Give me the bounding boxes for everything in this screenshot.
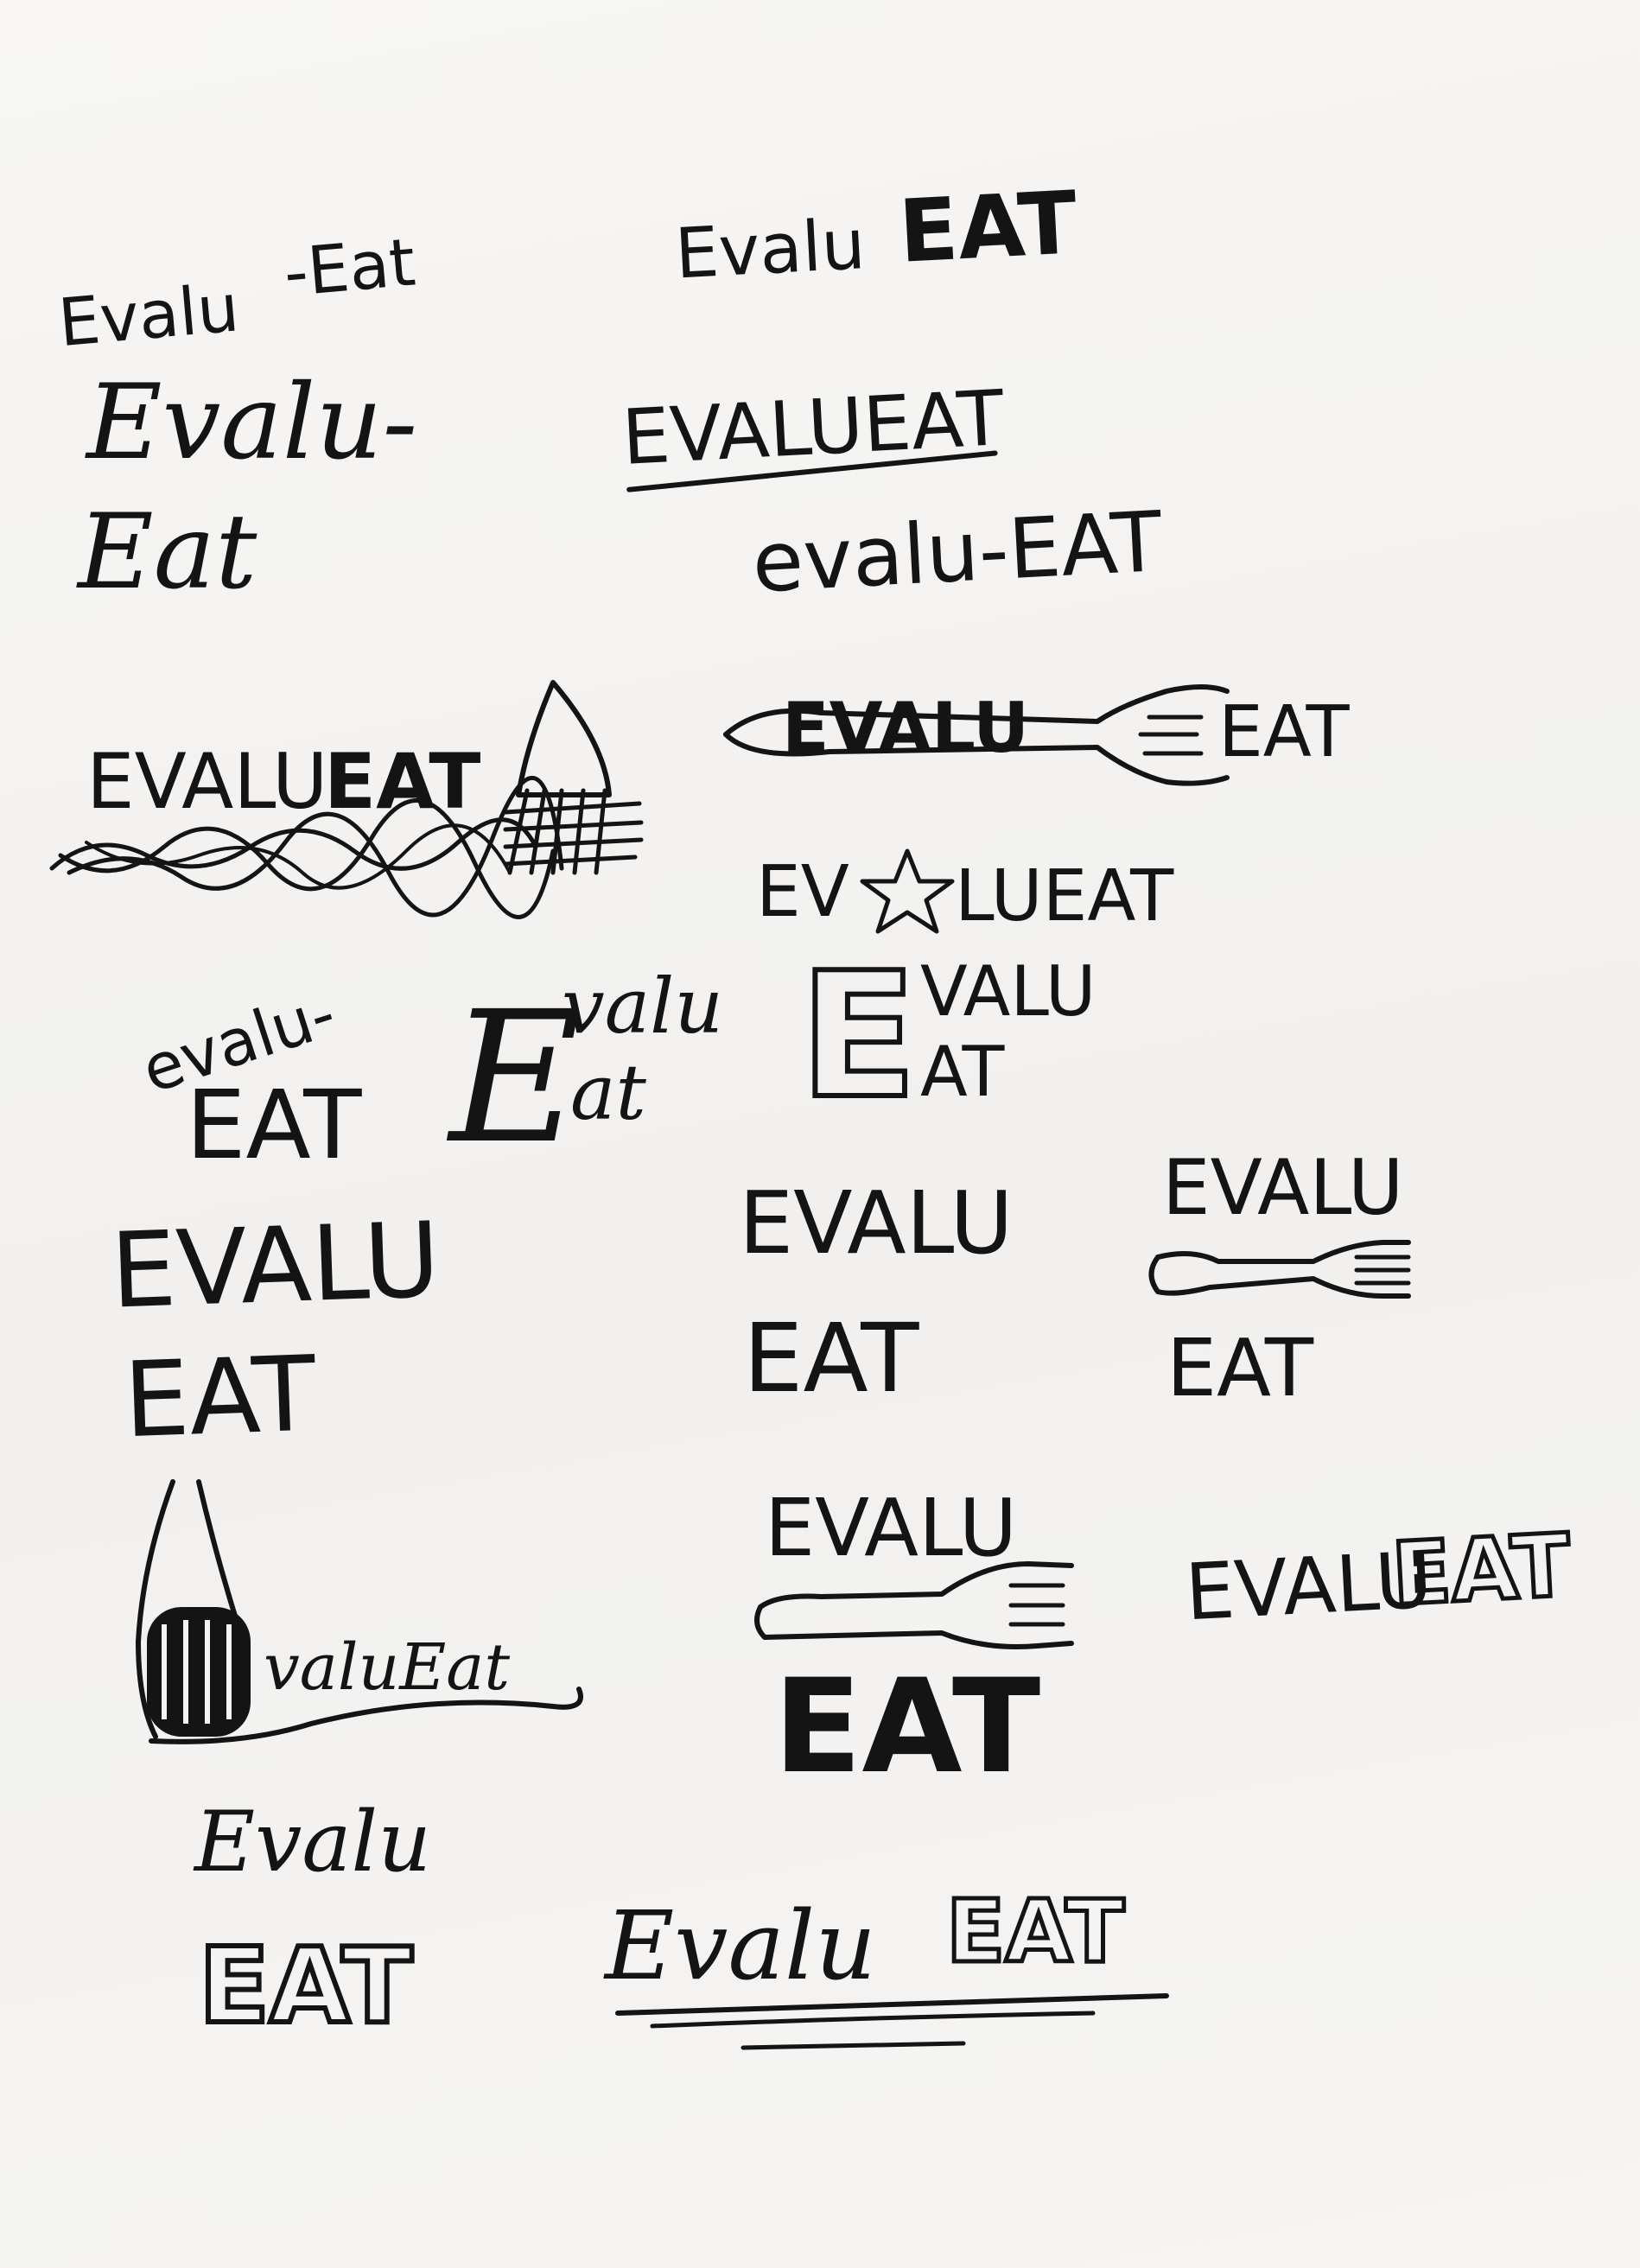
sketch-evalu-dash-eat-lower: evalu-EAT xyxy=(750,493,1165,612)
sketch-2-part-a: Evalu xyxy=(673,204,867,294)
sketch-1-part-a: Evalu xyxy=(55,269,242,361)
sketch-16-part-a: EVALU xyxy=(765,1482,1017,1574)
sketch-8-part-a: EV xyxy=(756,851,849,933)
star-icon xyxy=(860,848,955,934)
fork-icon-horizontal xyxy=(1148,1240,1411,1299)
sketch-13-part-b: EAT xyxy=(743,1303,919,1414)
sketch-12-part-a: EVALU xyxy=(109,1200,442,1331)
sketch-7-part-b: EAT xyxy=(1218,691,1351,773)
sketch-ev-star-lueat: EV LUEAT xyxy=(756,848,1174,937)
sketch-3-part-a: Evalu- xyxy=(85,363,417,483)
sketch-evalu-eat-medium: EVALU EAT xyxy=(739,1172,1014,1414)
sketch-6-part-b: EAT xyxy=(324,737,480,826)
logo-sketch-sheet: Evalu -Eat Evalu EAT Evalu- Eat EVALUEAT… xyxy=(49,172,1575,2050)
sketch-boxed-e-valu-at: E VALU AT xyxy=(797,933,1096,1140)
sketch-evalu-stacked-eat: evalu- EAT xyxy=(133,976,362,1180)
sketch-evalueat-underlined: EVALUEAT xyxy=(620,373,1008,492)
sketch-9-part-b: EAT xyxy=(186,1070,362,1180)
sketch-evalu-bold-eat: Evalu EAT xyxy=(673,172,1079,294)
sketch-17-part-b: EAT xyxy=(1389,1515,1573,1625)
sketch-3-part-b: Eat xyxy=(76,492,257,613)
sketch-18-part-a: Evalu xyxy=(193,1794,431,1890)
sketch-2-part-b: EAT xyxy=(896,172,1079,283)
sketch-evalu-eat-large: EVALU EAT xyxy=(109,1200,442,1462)
sketch-11-part-c: AT xyxy=(920,1032,1006,1112)
sketch-19-part-a: Evalu xyxy=(603,1890,876,2001)
sketch-evalu-fork-eat-bold: EVALU EAT xyxy=(754,1482,1074,1802)
sketch-evalu-eat-outlined: Evalu EAT xyxy=(193,1794,431,2049)
sketch-10-part-c: at xyxy=(570,1048,646,1137)
sketch-script-evalu-outlined-eat: Evalu EAT xyxy=(603,1879,1169,2050)
sketch-13-part-a: EVALU xyxy=(739,1172,1014,1274)
sketch-script-e-valu-at: E valu at xyxy=(446,962,723,1184)
sketch-11-part-a: E xyxy=(799,936,918,1137)
sketch-19-underline-2 xyxy=(650,2011,1096,2029)
sketch-evalu-eat-script: Evalu- Eat xyxy=(76,363,417,613)
sketch-19-part-b: EAT xyxy=(946,1881,1124,1982)
sketch-fork-e-valueat: valuEat xyxy=(136,1479,583,1744)
sketch-1-part-b: -Eat xyxy=(281,223,418,311)
sketch-evalu-fork-eat-right: EVALU EAT xyxy=(1148,1143,1411,1414)
fork-icon-horizontal-2 xyxy=(754,1561,1074,1649)
sketch-11-part-b: VALU xyxy=(920,951,1096,1032)
sketch-4-text: EVALUEAT xyxy=(620,373,1007,482)
sketch-15-text: valuEat xyxy=(264,1630,510,1705)
sketch-10-part-b: valu xyxy=(562,962,723,1051)
sketch-7-part-a: EVALU xyxy=(782,688,1029,768)
sketch-16-part-b: EAT xyxy=(773,1652,1040,1802)
sketch-evalu-boxed-eat: EVALU EAT xyxy=(1183,1513,1574,1639)
sketch-5-text: evalu-EAT xyxy=(750,493,1165,612)
sketch-evalu-dash-eat: Evalu -Eat xyxy=(55,223,418,361)
sketch-14-part-a: EVALU xyxy=(1162,1143,1403,1232)
sketch-evalueat-fork-spaghetti: EVALU EAT xyxy=(49,680,644,919)
sketch-14-part-b: EAT xyxy=(1166,1322,1314,1414)
sketch-8-part-b: LUEAT xyxy=(955,855,1174,937)
sketch-12-part-b: EAT xyxy=(122,1335,318,1462)
sketch-evalu-fork-eat: EVALU EAT xyxy=(723,684,1351,786)
sketch-6-part-a: EVALU xyxy=(86,737,327,826)
sketch-19-underline-3 xyxy=(741,2041,966,2050)
sketch-18-part-b: EAT xyxy=(199,1927,413,2047)
